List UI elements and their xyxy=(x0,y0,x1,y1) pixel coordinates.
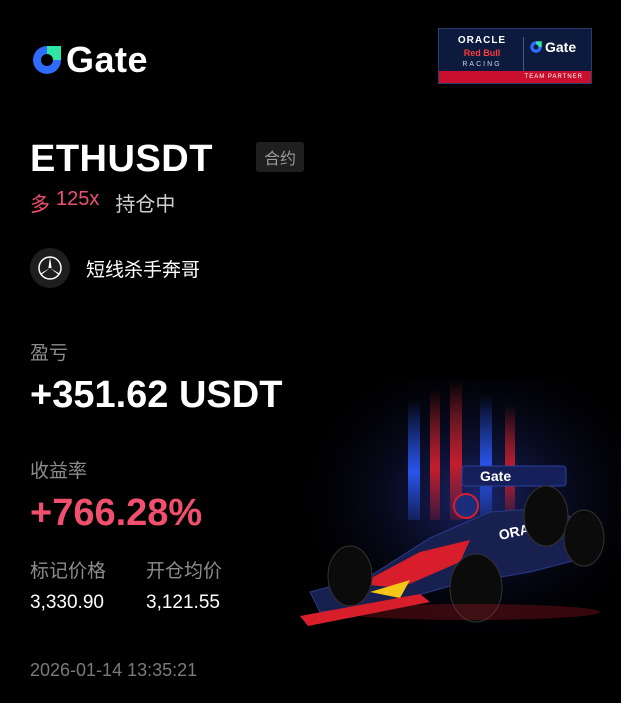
position-side: 多 xyxy=(30,194,50,216)
gate-logo-icon xyxy=(33,46,61,74)
position-leverage: 125x xyxy=(56,188,100,210)
mercedes-star-icon xyxy=(38,256,62,280)
position-line: 多 125x 持仓中 xyxy=(30,188,175,217)
partner-tagline: TEAM PARTNER xyxy=(439,71,591,83)
partner-gate-text: Gate xyxy=(545,39,577,55)
avatar xyxy=(30,248,70,288)
entry-price-value: 3,121.55 xyxy=(146,592,220,613)
trading-symbol: ETHUSDT xyxy=(30,138,213,180)
partner-oracle-text: ORACLE xyxy=(457,35,507,46)
mark-price-label: 标记价格 xyxy=(30,561,107,582)
partner-racing-text: RACING xyxy=(462,61,502,68)
f1-car-illustration: Gate ORACLE xyxy=(300,380,621,640)
brand-name: Gate xyxy=(66,39,149,80)
user-row: 短线杀手奔哥 xyxy=(30,248,200,288)
pnl-label: 盈亏 xyxy=(30,343,69,364)
entry-price-label: 开仓均价 xyxy=(146,561,223,582)
pnl-value: +351.62 USDT xyxy=(30,374,283,416)
gate-mini-logo-icon xyxy=(530,41,542,53)
roi-label: 收益率 xyxy=(30,461,88,482)
contract-tag: 合约 xyxy=(256,142,305,172)
user-name: 短线杀手奔哥 xyxy=(86,259,201,281)
timestamp: 2026-01-14 13:35:21 xyxy=(30,660,198,680)
partner-badge: ORACLE Red Bull RACING Gate TEAM PARTNER xyxy=(438,28,592,84)
partner-redbull-text: Red Bull xyxy=(463,48,501,58)
position-status: 持仓中 xyxy=(115,194,176,216)
mark-price-value: 3,330.90 xyxy=(30,592,104,613)
gate-logo: Gate xyxy=(30,40,148,80)
roi-value: +766.28% xyxy=(30,492,203,534)
svg-text:Gate: Gate xyxy=(480,468,511,484)
partner-divider xyxy=(523,37,524,73)
